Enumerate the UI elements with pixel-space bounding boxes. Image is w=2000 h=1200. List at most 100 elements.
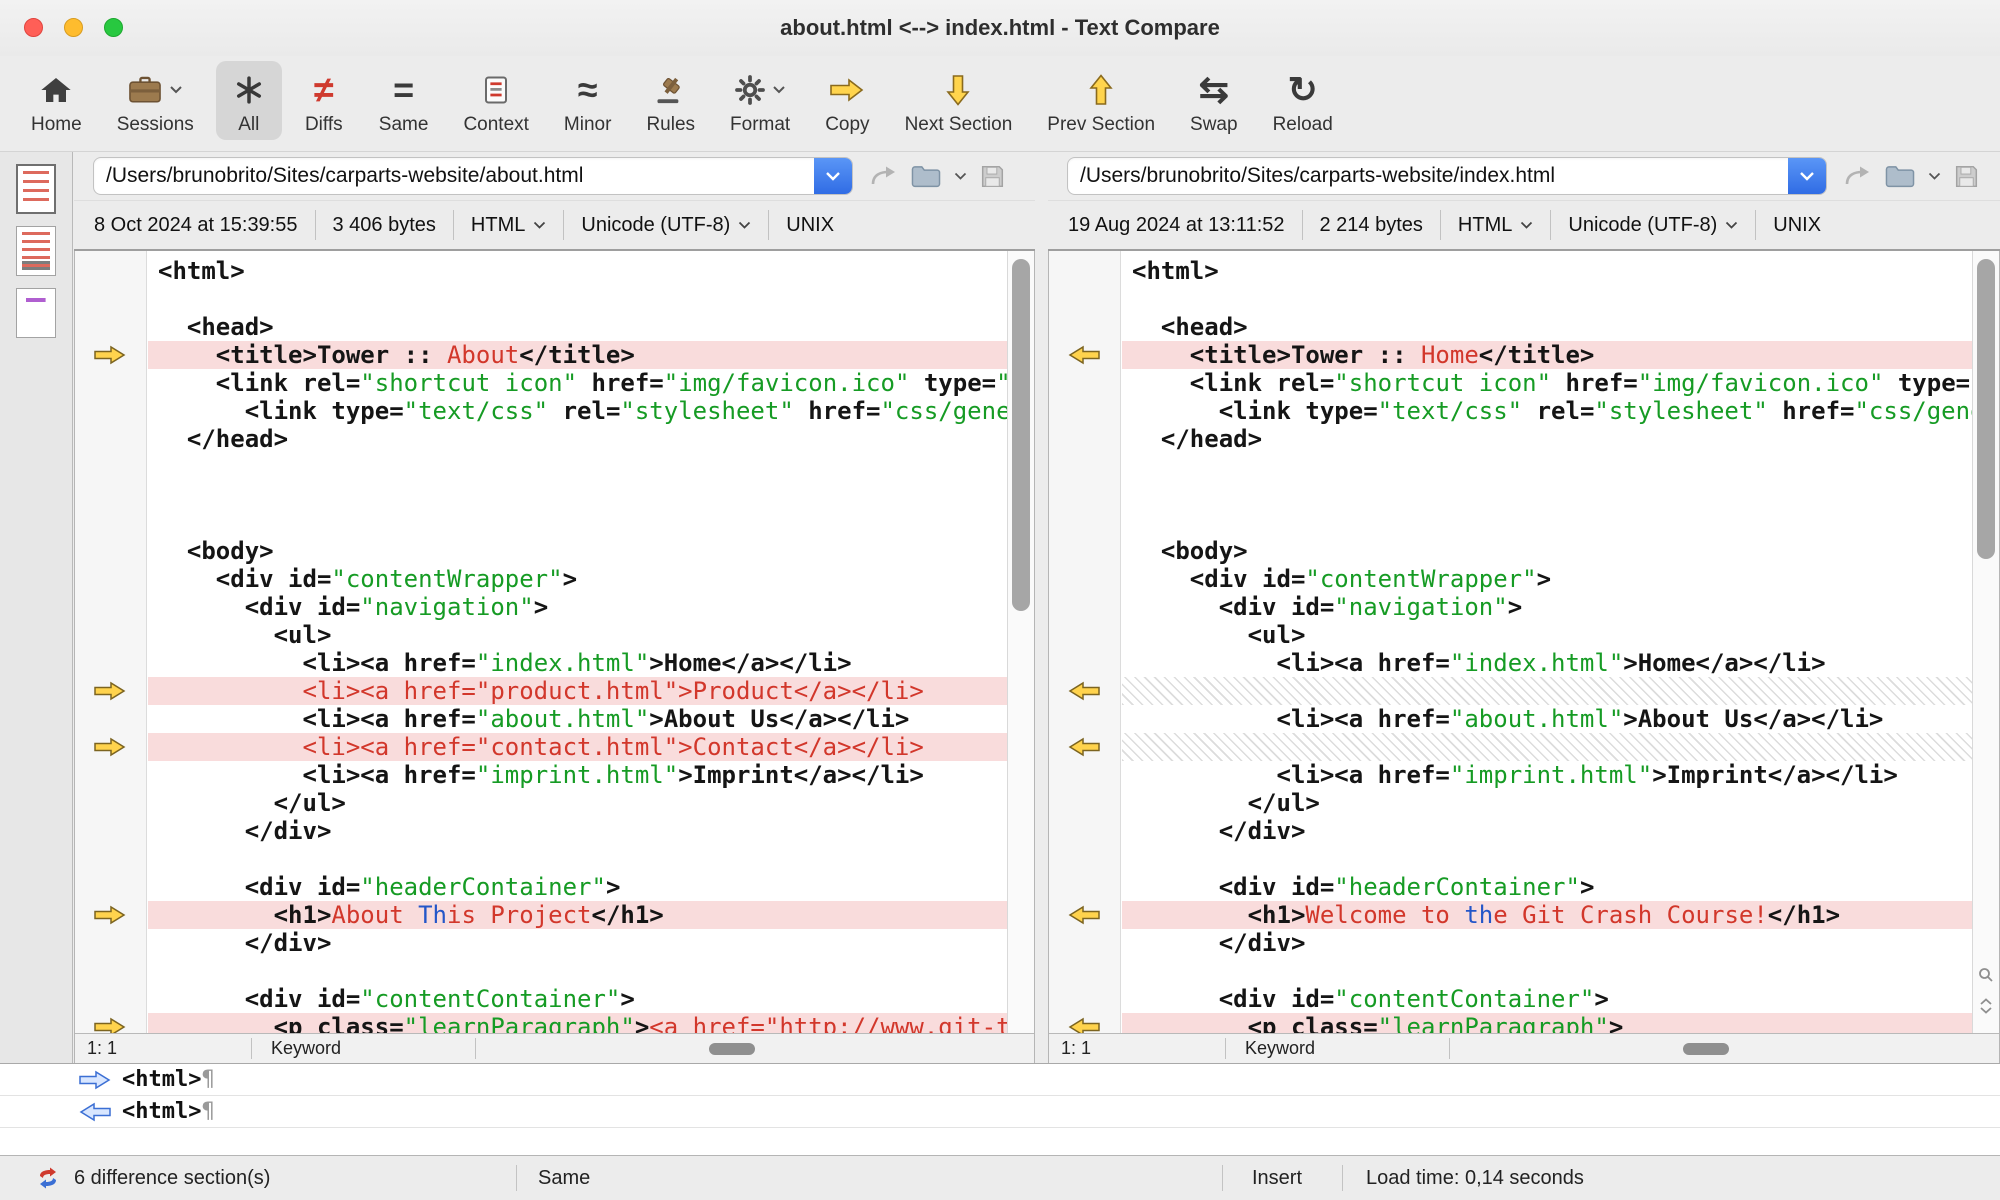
toolbar-label: Same <box>379 114 429 136</box>
right-path-row: /Users/brunobrito/Sites/carparts-website… <box>1048 152 2000 200</box>
code-line: <head> <box>1122 313 1972 341</box>
folder-chevron-icon[interactable] <box>954 172 967 180</box>
left-path-dropdown-button[interactable] <box>814 157 852 195</box>
code-line: <li><a href="product.html">Product</a></… <box>148 677 1007 705</box>
diff-arrow-left-icon[interactable] <box>1067 905 1101 925</box>
code-line: <li><a href="about.html">About Us</a></l… <box>148 705 1007 733</box>
toolbar-label: Rules <box>646 114 695 136</box>
status-bar: 6 difference section(s) Same Insert Load… <box>0 1155 2000 1200</box>
toolbar-button-format[interactable]: Format <box>717 61 803 140</box>
diff-arrow-left-icon[interactable] <box>1067 345 1101 365</box>
right-code-lines: <html> <head> <title>Tower :: Home</titl… <box>1122 251 1972 1033</box>
toolbar-button-prev-section[interactable]: Prev Section <box>1034 61 1168 140</box>
code-line: <div id="contentContainer"> <box>1122 985 1972 1013</box>
diff-arrow-right-icon[interactable] <box>93 345 127 365</box>
right-format-dropdown[interactable]: HTML <box>1458 214 1533 237</box>
right-file-path-input[interactable]: /Users/brunobrito/Sites/carparts-website… <box>1068 164 1788 188</box>
right-code-editor[interactable]: <html> <head> <title>Tower :: Home</titl… <box>1122 251 1972 1033</box>
left-modified-date: 8 Oct 2024 at 15:39:55 <box>94 214 298 237</box>
left-format-dropdown[interactable]: HTML <box>471 214 546 237</box>
code-line: </div> <box>148 817 1007 845</box>
code-line: <div id="contentContainer"> <box>148 985 1007 1013</box>
left-line-ending: UNIX <box>786 214 834 237</box>
right-pane-body: <html> <head> <title>Tower :: Home</titl… <box>1048 251 2000 1063</box>
toolbar-button-same[interactable]: =Same <box>366 61 442 140</box>
left-scrollbar-thumb[interactable] <box>1012 259 1030 611</box>
code-line: </div> <box>1122 817 1972 845</box>
close-button[interactable] <box>24 18 43 37</box>
toolbar-button-home[interactable]: Home <box>18 61 95 140</box>
toolbar-button-copy[interactable]: Copy <box>812 61 882 140</box>
code-line: <link type="text/css" rel="stylesheet" h… <box>148 397 1007 425</box>
session-thumbnail-3[interactable] <box>16 288 56 338</box>
toolbar-label: Reload <box>1273 114 1333 136</box>
code-line: <div id="navigation"> <box>1122 593 1972 621</box>
code-line <box>148 453 1007 481</box>
right-vertical-scrollbar[interactable] <box>1972 251 1999 1033</box>
toolbar-button-rules[interactable]: Rules <box>633 61 708 140</box>
right-path-dropdown-button[interactable] <box>1788 157 1826 195</box>
left-code-editor[interactable]: <html> <head> <title>Tower :: About</tit… <box>148 251 1007 1033</box>
toolbar-button-diffs[interactable]: ≠Diffs <box>291 61 357 140</box>
session-thumbnail-1[interactable] <box>16 164 56 214</box>
diff-arrow-left-icon[interactable] <box>1067 737 1101 757</box>
save-icon[interactable] <box>1953 163 1980 190</box>
code-line: <p class="learnParagraph"> <box>1122 1013 1972 1033</box>
diff-arrow-right-icon[interactable] <box>93 681 127 701</box>
context-icon <box>476 67 516 113</box>
code-line: </head> <box>148 425 1007 453</box>
code-line <box>148 285 1007 313</box>
right-scrollbar-thumb[interactable] <box>1977 259 1995 559</box>
chevron-down-icon <box>772 81 786 99</box>
toolbar-button-minor[interactable]: ≈Minor <box>551 61 625 140</box>
diff-arrow-right-icon[interactable] <box>93 737 127 757</box>
code-line <box>148 845 1007 873</box>
rules-icon <box>651 67 691 113</box>
scroll-jump-icon[interactable] <box>1979 998 1993 1019</box>
code-line: <li><a href="contact.html">Contact</a></… <box>148 733 1007 761</box>
diff-arrow-left-icon[interactable] <box>1067 681 1101 701</box>
left-encoding-dropdown[interactable]: Unicode (UTF-8) <box>581 214 751 237</box>
code-line: <html> <box>1122 257 1972 285</box>
code-line: <div id="headerContainer"> <box>1122 873 1972 901</box>
session-thumbnail-2[interactable] <box>16 226 56 276</box>
toolbar-button-context[interactable]: Context <box>450 61 541 140</box>
right-file-pane: /Users/brunobrito/Sites/carparts-website… <box>1048 152 2000 1063</box>
minimize-button[interactable] <box>64 18 83 37</box>
magnifier-icon[interactable] <box>1978 967 1994 988</box>
toolbar-label: Sessions <box>117 114 194 136</box>
code-line: <li><a href="about.html">About Us</a></l… <box>1122 705 1972 733</box>
save-icon[interactable] <box>979 163 1006 190</box>
go-arrow-icon[interactable] <box>868 164 898 188</box>
go-arrow-icon[interactable] <box>1842 164 1872 188</box>
copy-icon <box>827 67 867 113</box>
code-line <box>148 509 1007 537</box>
left-file-pane: /Users/brunobrito/Sites/carparts-website… <box>74 152 1035 1063</box>
folder-icon[interactable] <box>1884 164 1916 189</box>
diff-arrow-right-icon[interactable] <box>93 905 127 925</box>
left-horizontal-scrollbar-thumb[interactable] <box>709 1043 755 1055</box>
right-syntax-mode: Keyword <box>1245 1034 1315 1063</box>
chevron-down-icon <box>825 171 841 181</box>
left-info-row: 8 Oct 2024 at 15:39:55 3 406 bytes HTML … <box>74 200 1035 251</box>
right-encoding-dropdown[interactable]: Unicode (UTF-8) <box>1568 214 1738 237</box>
left-path-row: /Users/brunobrito/Sites/carparts-website… <box>74 152 1035 200</box>
toolbar-button-sessions[interactable]: Sessions <box>104 61 207 140</box>
zoom-button[interactable] <box>104 18 123 37</box>
right-scrollbar-tools <box>1973 967 1999 1019</box>
code-line: <link type="text/css" rel="stylesheet" h… <box>1122 397 1972 425</box>
toolbar-button-all[interactable]: All <box>216 61 282 140</box>
toolbar-label: All <box>238 114 259 136</box>
toolbar-label: Minor <box>564 114 612 136</box>
code-line <box>1122 481 1972 509</box>
folder-icon[interactable] <box>910 164 942 189</box>
left-syntax-mode: Keyword <box>271 1034 341 1063</box>
left-file-path-input[interactable]: /Users/brunobrito/Sites/carparts-website… <box>94 164 814 188</box>
toolbar-button-next-section[interactable]: Next Section <box>892 61 1026 140</box>
code-line: <li><a href="imprint.html">Imprint</a></… <box>148 761 1007 789</box>
toolbar-button-swap[interactable]: ⇆Swap <box>1177 61 1251 140</box>
left-vertical-scrollbar[interactable] <box>1007 251 1034 1033</box>
toolbar-button-reload[interactable]: ↻Reload <box>1260 61 1346 140</box>
folder-chevron-icon[interactable] <box>1928 172 1941 180</box>
right-horizontal-scrollbar-thumb[interactable] <box>1683 1043 1729 1055</box>
